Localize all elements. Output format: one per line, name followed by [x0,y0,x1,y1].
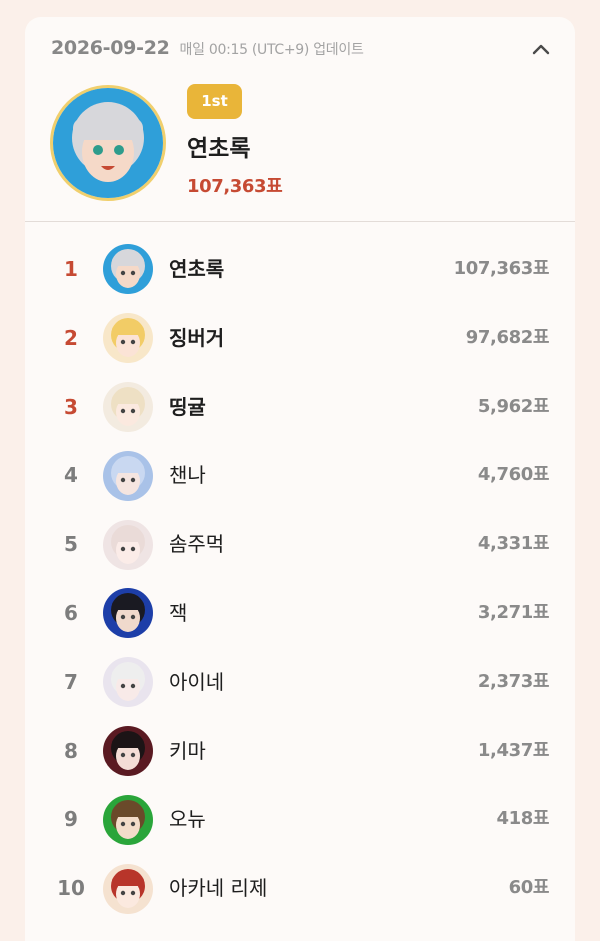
vote-count: 418표 [496,808,549,830]
streamer-name: 키마 [169,738,206,763]
ranking-date: 2026-09-22 [51,37,170,59]
ranking-card: 2026-09-22 매일 00:15 (UTC+9) 업데이트 1st 연초록… [25,17,575,941]
profile-avatar[interactable] [103,381,153,432]
update-note: 매일 00:15 (UTC+9) 업데이트 [179,42,364,58]
profile-avatar[interactable] [103,725,153,776]
rank-number: 8 [64,738,78,763]
profile-avatar[interactable] [103,244,153,295]
winner-votes: 107,363표 [187,176,283,197]
winner-avatar[interactable] [50,85,166,201]
first-place-badge: 1st [187,84,242,119]
profile-avatar[interactable] [103,313,153,364]
vote-count: 1,437표 [477,739,550,761]
ranking-row[interactable]: 7 아이네 2,373표 [25,648,575,717]
ranking-row[interactable]: 6 잭 3,271표 [25,579,575,648]
streamer-name: 오뉴 [169,807,206,832]
ranking-list: 1 연초록 107,363표 2 징버거 97,682표 3 띵귤 5,962표 4 챈나 4,760… [25,235,575,923]
vote-count: 3,271표 [477,601,550,623]
ranking-row[interactable]: 2 징버거 97,682표 [25,304,575,373]
vote-count: 107,363표 [453,258,550,279]
vote-count: 4,760표 [477,464,550,486]
streamer-name: 아이네 [169,669,225,694]
collapse-button[interactable] [529,39,553,59]
streamer-name: 챈나 [169,463,206,488]
ranking-row[interactable]: 8 키마 1,437표 [25,717,575,786]
ranking-row[interactable]: 1 연초록 107,363표 [25,235,575,304]
rank-number: 10 [57,876,85,901]
ranking-row[interactable]: 5 솜주먹 4,331표 [25,510,575,579]
rank-number: 1 [64,257,78,281]
profile-avatar[interactable] [103,863,153,914]
vote-count: 60표 [508,877,550,899]
rank-number: 2 [64,325,78,350]
rank-number: 3 [64,394,78,419]
ranking-row[interactable]: 10 아카네 리제 60표 [25,854,575,923]
ranking-row[interactable]: 3 띵귤 5,962표 [25,373,575,442]
vote-count: 4,331표 [477,533,550,555]
profile-avatar[interactable] [103,450,153,501]
profile-avatar[interactable] [103,794,153,845]
rank-number: 9 [64,807,78,832]
streamer-name: 징버거 [169,325,225,350]
rank-number: 6 [64,600,78,625]
streamer-name: 잭 [169,600,188,625]
rank-number: 4 [64,463,78,488]
card-header: 2026-09-22 매일 00:15 (UTC+9) 업데이트 [51,37,364,59]
divider [25,221,575,222]
ranking-row[interactable]: 9 오뉴 418표 [25,785,575,854]
ranking-row[interactable]: 4 챈나 4,760표 [25,441,575,510]
vote-count: 97,682표 [465,326,550,348]
chevron-up-icon [532,44,550,55]
vote-count: 2,373표 [477,670,550,692]
streamer-name: 띵귤 [169,394,206,419]
vote-count: 5,962표 [477,395,550,417]
streamer-name: 솜주먹 [169,532,225,557]
rank-number: 5 [64,532,78,557]
profile-avatar[interactable] [103,657,153,708]
streamer-name: 연초록 [169,257,225,281]
streamer-name: 아카네 리제 [169,876,268,901]
profile-avatar[interactable] [103,519,153,570]
profile-avatar[interactable] [103,588,153,639]
winner-name: 연초록 [187,136,251,162]
rank-number: 7 [64,669,78,694]
